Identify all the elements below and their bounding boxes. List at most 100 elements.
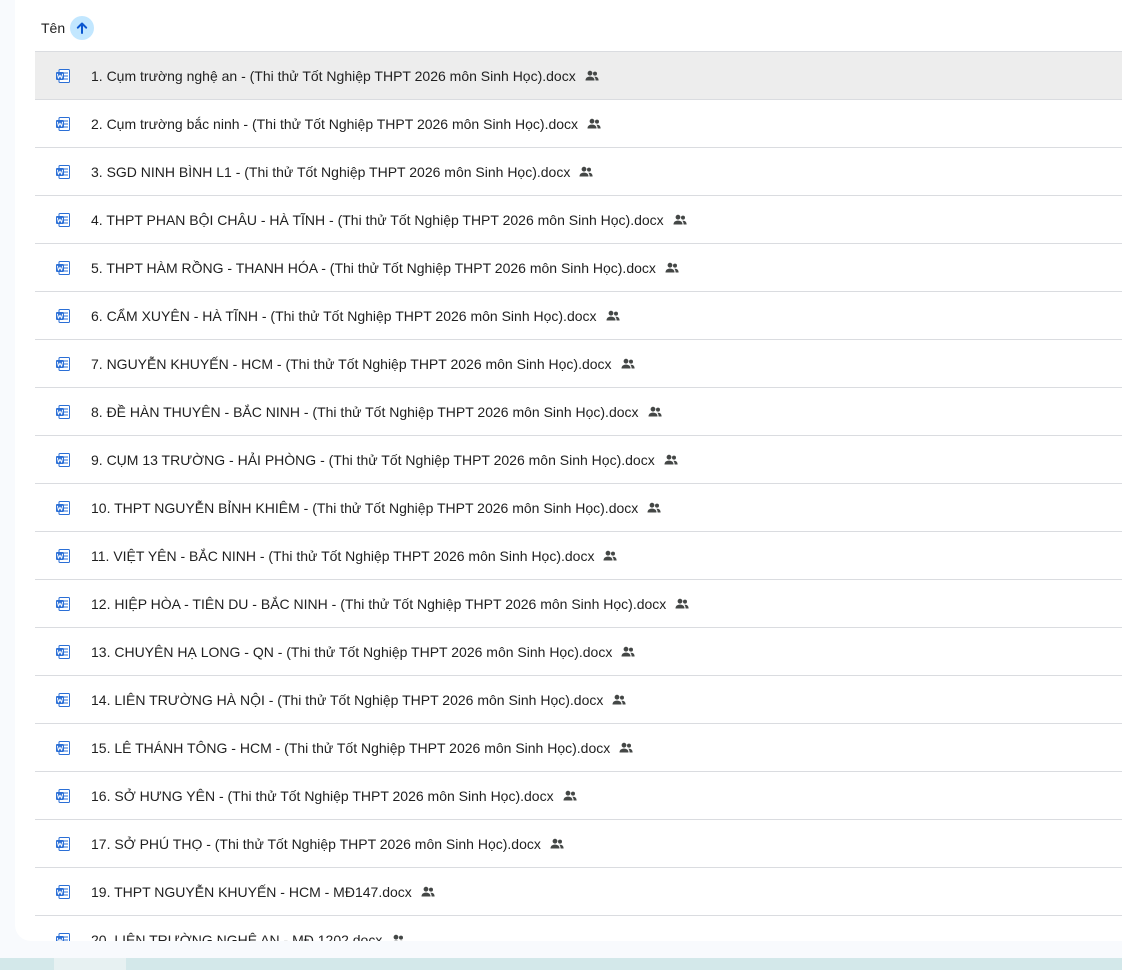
bottom-strip xyxy=(0,958,1122,970)
file-name[interactable]: 1. Cụm trường nghệ an - (Thi thử Tốt Ngh… xyxy=(91,67,576,85)
file-row[interactable]: 8. ĐỀ HÀN THUYÊN - BẮC NINH - (Thi thử T… xyxy=(35,387,1122,435)
word-docx-icon xyxy=(55,884,71,900)
shared-people-icon xyxy=(611,692,627,708)
file-name-cell: 17. SỞ PHÚ THỌ - (Thi thử Tốt Nghiệp THP… xyxy=(91,835,565,853)
word-docx-icon xyxy=(55,68,71,84)
file-name-cell: 1. Cụm trường nghệ an - (Thi thử Tốt Ngh… xyxy=(91,67,600,85)
file-row[interactable]: 3. SGD NINH BÌNH L1 - (Thi thử Tốt Nghiệ… xyxy=(35,147,1122,195)
file-name[interactable]: 7. NGUYỄN KHUYẾN - HCM - (Thi thử Tốt Ng… xyxy=(91,355,612,373)
file-name[interactable]: 11. VIỆT YÊN - BẮC NINH - (Thi thử Tốt N… xyxy=(91,547,594,565)
shared-people-icon xyxy=(663,452,679,468)
word-docx-icon xyxy=(55,356,71,372)
file-row[interactable]: 4. THPT PHAN BỘI CHÂU - HÀ TĨNH - (Thi t… xyxy=(35,195,1122,243)
file-row[interactable]: 13. CHUYÊN HẠ LONG - QN - (Thi thử Tốt N… xyxy=(35,627,1122,675)
shared-people-icon xyxy=(584,68,600,84)
word-docx-icon xyxy=(55,932,71,941)
shared-people-icon xyxy=(647,404,663,420)
file-name-cell: 16. SỞ HƯNG YÊN - (Thi thử Tốt Nghiệp TH… xyxy=(91,787,578,805)
file-name-cell: 12. HIỆP HÒA - TIÊN DU - BẮC NINH - (Thi… xyxy=(91,595,690,613)
file-row[interactable]: 6. CẨM XUYÊN - HÀ TĨNH - (Thi thử Tốt Ng… xyxy=(35,291,1122,339)
file-row[interactable]: 11. VIỆT YÊN - BẮC NINH - (Thi thử Tốt N… xyxy=(35,531,1122,579)
file-name-cell: 19. THPT NGUYỄN KHUYẾN - HCM - MĐ147.doc… xyxy=(91,883,436,901)
shared-people-icon xyxy=(620,356,636,372)
shared-people-icon xyxy=(674,596,690,612)
name-column-label[interactable]: Tên xyxy=(41,20,65,36)
file-name[interactable]: 8. ĐỀ HÀN THUYÊN - BẮC NINH - (Thi thử T… xyxy=(91,403,639,421)
word-docx-icon xyxy=(55,308,71,324)
word-docx-icon xyxy=(55,740,71,756)
file-name-cell: 14. LIÊN TRƯỜNG HÀ NỘI - (Thi thử Tốt Ng… xyxy=(91,691,627,709)
file-row[interactable]: 1. Cụm trường nghệ an - (Thi thử Tốt Ngh… xyxy=(35,51,1122,99)
file-row[interactable]: 14. LIÊN TRƯỜNG HÀ NỘI - (Thi thử Tốt Ng… xyxy=(35,675,1122,723)
word-docx-icon xyxy=(55,596,71,612)
word-docx-icon xyxy=(55,500,71,516)
file-name[interactable]: 19. THPT NGUYỄN KHUYẾN - HCM - MĐ147.doc… xyxy=(91,883,412,901)
shared-people-icon xyxy=(672,212,688,228)
shared-people-icon xyxy=(602,548,618,564)
shared-people-icon xyxy=(420,884,436,900)
word-docx-icon xyxy=(55,836,71,852)
shared-people-icon xyxy=(646,500,662,516)
shared-people-icon xyxy=(620,644,636,660)
file-name[interactable]: 12. HIỆP HÒA - TIÊN DU - BẮC NINH - (Thi… xyxy=(91,595,666,613)
word-docx-icon xyxy=(55,692,71,708)
file-name[interactable]: 5. THPT HÀM RỒNG - THANH HÓA - (Thi thử … xyxy=(91,259,656,277)
file-name-cell: 10. THPT NGUYỄN BỈNH KHIÊM - (Thi thử Tố… xyxy=(91,499,662,517)
file-name-cell: 7. NGUYỄN KHUYẾN - HCM - (Thi thử Tốt Ng… xyxy=(91,355,636,373)
file-name[interactable]: 17. SỞ PHÚ THỌ - (Thi thử Tốt Nghiệp THP… xyxy=(91,835,541,853)
file-row[interactable]: 19. THPT NGUYỄN KHUYẾN - HCM - MĐ147.doc… xyxy=(35,867,1122,915)
shared-people-icon xyxy=(549,836,565,852)
file-name[interactable]: 10. THPT NGUYỄN BỈNH KHIÊM - (Thi thử Tố… xyxy=(91,499,638,517)
file-row[interactable]: 10. THPT NGUYỄN BỈNH KHIÊM - (Thi thử Tố… xyxy=(35,483,1122,531)
word-docx-icon xyxy=(55,260,71,276)
file-row[interactable]: 16. SỞ HƯNG YÊN - (Thi thử Tốt Nghiệp TH… xyxy=(35,771,1122,819)
word-docx-icon xyxy=(55,548,71,564)
file-row[interactable]: 12. HIỆP HÒA - TIÊN DU - BẮC NINH - (Thi… xyxy=(35,579,1122,627)
file-name[interactable]: 6. CẨM XUYÊN - HÀ TĨNH - (Thi thử Tốt Ng… xyxy=(91,307,597,325)
file-name-cell: 5. THPT HÀM RỒNG - THANH HÓA - (Thi thử … xyxy=(91,259,680,277)
file-name[interactable]: 13. CHUYÊN HẠ LONG - QN - (Thi thử Tốt N… xyxy=(91,643,612,661)
file-row[interactable]: 20. LIÊN TRƯỜNG NGHỆ AN - MĐ 1202.docx xyxy=(35,915,1122,941)
shared-people-icon xyxy=(578,164,594,180)
file-name[interactable]: 2. Cụm trường bắc ninh - (Thi thử Tốt Ng… xyxy=(91,115,578,133)
file-name[interactable]: 20. LIÊN TRƯỜNG NGHỆ AN - MĐ 1202.docx xyxy=(91,931,382,942)
file-name[interactable]: 15. LÊ THÁNH TÔNG - HCM - (Thi thử Tốt N… xyxy=(91,739,610,757)
file-row[interactable]: 15. LÊ THÁNH TÔNG - HCM - (Thi thử Tốt N… xyxy=(35,723,1122,771)
file-row[interactable]: 7. NGUYỄN KHUYẾN - HCM - (Thi thử Tốt Ng… xyxy=(35,339,1122,387)
file-row[interactable]: 2. Cụm trường bắc ninh - (Thi thử Tốt Ng… xyxy=(35,99,1122,147)
shared-people-icon xyxy=(586,116,602,132)
arrow-up-icon xyxy=(76,22,88,34)
word-docx-icon xyxy=(55,644,71,660)
file-name-cell: 11. VIỆT YÊN - BẮC NINH - (Thi thử Tốt N… xyxy=(91,547,618,565)
file-list-panel: Tên 1. Cụm trường nghệ an - (Thi thử Tốt… xyxy=(15,0,1122,941)
file-name[interactable]: 16. SỞ HƯNG YÊN - (Thi thử Tốt Nghiệp TH… xyxy=(91,787,554,805)
file-name-cell: 2. Cụm trường bắc ninh - (Thi thử Tốt Ng… xyxy=(91,115,602,133)
file-name[interactable]: 3. SGD NINH BÌNH L1 - (Thi thử Tốt Nghiệ… xyxy=(91,163,570,181)
word-docx-icon xyxy=(55,116,71,132)
file-name-cell: 15. LÊ THÁNH TÔNG - HCM - (Thi thử Tốt N… xyxy=(91,739,634,757)
shared-people-icon xyxy=(664,260,680,276)
file-name-cell: 4. THPT PHAN BỘI CHÂU - HÀ TĨNH - (Thi t… xyxy=(91,211,688,229)
word-docx-icon xyxy=(55,404,71,420)
file-name[interactable]: 14. LIÊN TRƯỜNG HÀ NỘI - (Thi thử Tốt Ng… xyxy=(91,691,603,709)
word-docx-icon xyxy=(55,212,71,228)
file-name-cell: 3. SGD NINH BÌNH L1 - (Thi thử Tốt Nghiệ… xyxy=(91,163,594,181)
column-header: Tên xyxy=(41,16,95,40)
sort-ascending-button[interactable] xyxy=(70,16,95,40)
file-row[interactable]: 9. CỤM 13 TRƯỜNG - HẢI PHÒNG - (Thi thử … xyxy=(35,435,1122,483)
word-docx-icon xyxy=(55,164,71,180)
file-name[interactable]: 9. CỤM 13 TRƯỜNG - HẢI PHÒNG - (Thi thử … xyxy=(91,451,655,469)
file-row[interactable]: 17. SỞ PHÚ THỌ - (Thi thử Tốt Nghiệp THP… xyxy=(35,819,1122,867)
file-row[interactable]: 5. THPT HÀM RỒNG - THANH HÓA - (Thi thử … xyxy=(35,243,1122,291)
file-name[interactable]: 4. THPT PHAN BỘI CHÂU - HÀ TĨNH - (Thi t… xyxy=(91,211,664,229)
file-list: 1. Cụm trường nghệ an - (Thi thử Tốt Ngh… xyxy=(35,51,1122,941)
word-docx-icon xyxy=(55,788,71,804)
file-name-cell: 8. ĐỀ HÀN THUYÊN - BẮC NINH - (Thi thử T… xyxy=(91,403,663,421)
shared-people-icon xyxy=(618,740,634,756)
bottom-strip-tab xyxy=(54,958,126,970)
shared-people-icon xyxy=(605,308,621,324)
file-name-cell: 6. CẨM XUYÊN - HÀ TĨNH - (Thi thử Tốt Ng… xyxy=(91,307,621,325)
file-name-cell: 20. LIÊN TRƯỜNG NGHỆ AN - MĐ 1202.docx xyxy=(91,931,406,942)
file-name-cell: 9. CỤM 13 TRƯỜNG - HẢI PHÒNG - (Thi thử … xyxy=(91,451,679,469)
shared-people-icon xyxy=(562,788,578,804)
